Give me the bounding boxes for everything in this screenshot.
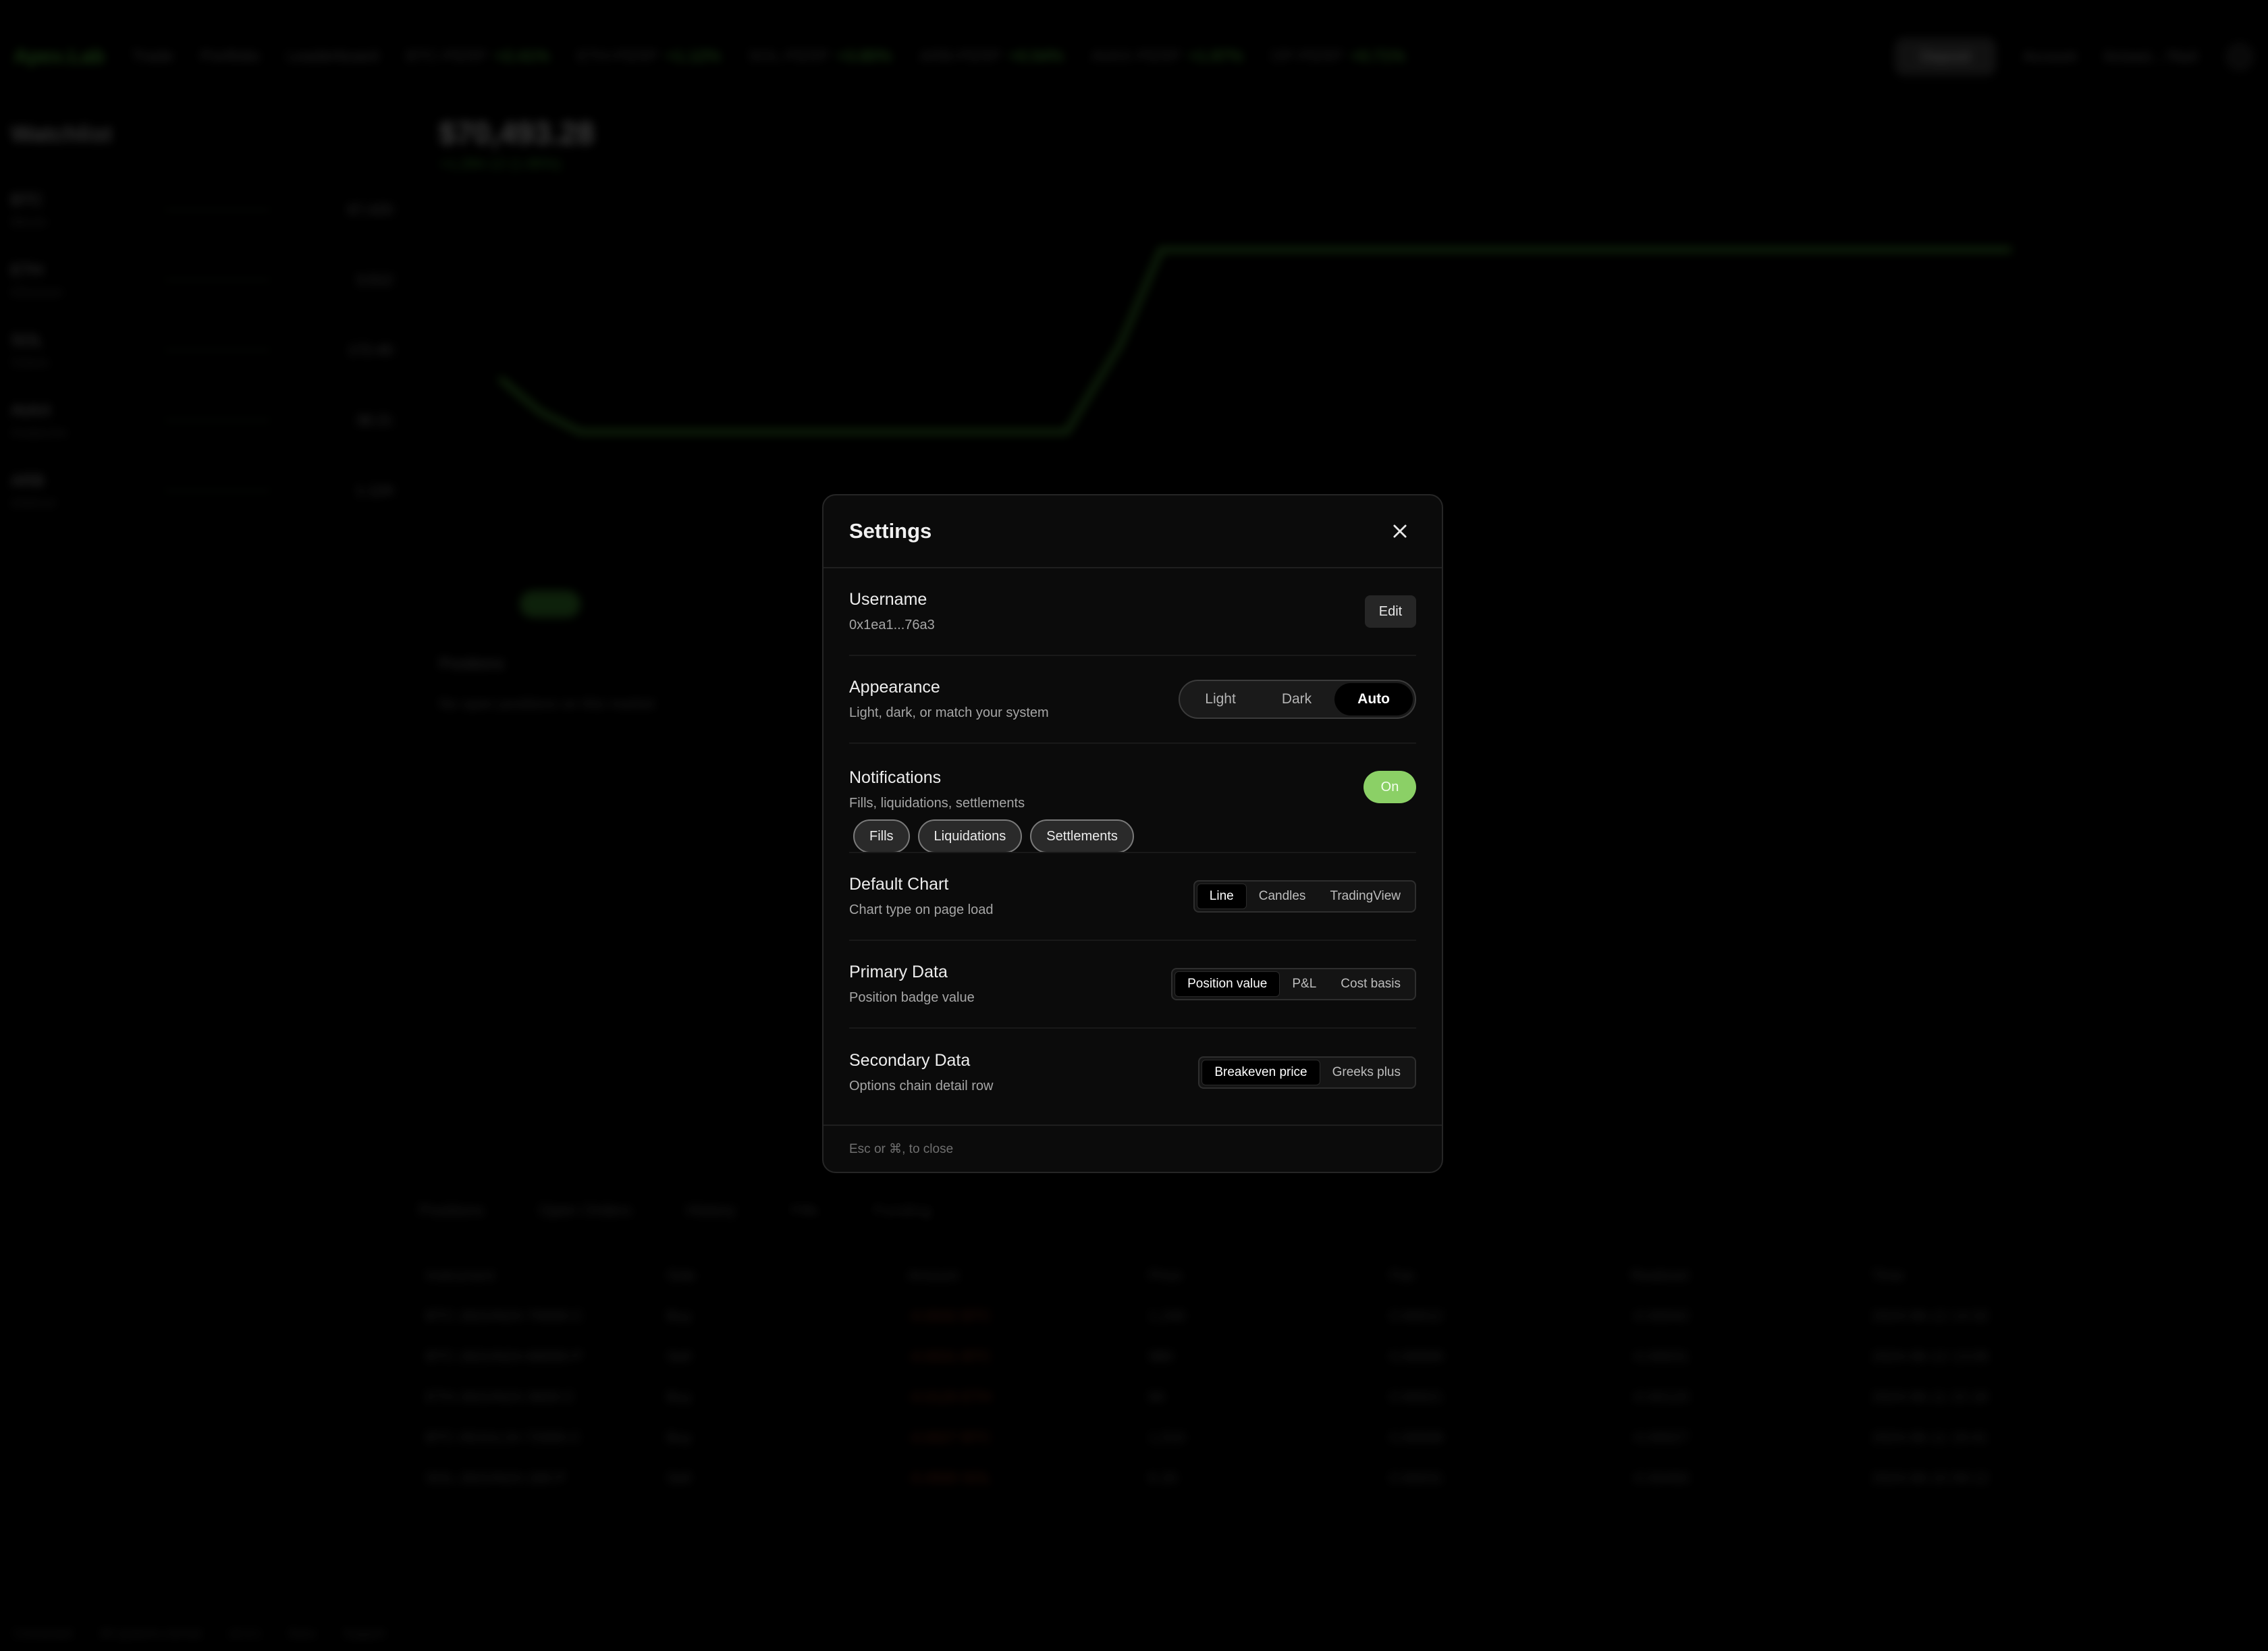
setting-label: Notifications xyxy=(849,768,942,787)
appearance-option-dark[interactable]: Dark xyxy=(1259,683,1334,715)
close-button[interactable] xyxy=(1384,515,1416,547)
appearance-option-light[interactable]: Light xyxy=(1182,683,1259,715)
chip-liquidations[interactable]: Liquidations xyxy=(917,819,1023,853)
setting-label: Default Chart xyxy=(849,875,949,894)
appearance-segmented-control: Light Dark Auto xyxy=(1179,680,1416,719)
settings-list: Username 0x1ea1...76a3 Edit Appearance L… xyxy=(824,568,1442,1116)
setting-notifications: Notifications Fills, liquidations, settl… xyxy=(849,744,1416,853)
primary-option-cost-basis[interactable]: Cost basis xyxy=(1328,971,1413,997)
setting-label: Primary Data xyxy=(849,963,948,981)
setting-description: Position badge value xyxy=(849,990,975,1005)
setting-label: Appearance xyxy=(849,678,940,697)
setting-primary-data: Primary Data Position badge value Positi… xyxy=(849,941,1416,1029)
appearance-option-auto[interactable]: Auto xyxy=(1334,683,1413,715)
setting-secondary-data: Secondary Data Options chain detail row … xyxy=(849,1029,1416,1116)
primary-option-position-value[interactable]: Position value xyxy=(1174,971,1280,997)
modal-header: Settings xyxy=(824,495,1442,568)
chart-option-tradingview[interactable]: TradingView xyxy=(1318,884,1413,909)
edit-username-button[interactable]: Edit xyxy=(1365,595,1416,628)
close-icon xyxy=(1393,524,1407,538)
setting-description: Options chain detail row xyxy=(849,1079,994,1093)
secondary-data-segmented-control: Breakeven price Greeks plus xyxy=(1198,1056,1416,1089)
setting-username: Username 0x1ea1...76a3 Edit xyxy=(849,568,1416,656)
setting-description: Light, dark, or match your system xyxy=(849,705,1049,720)
notifications-toggle[interactable]: On xyxy=(1364,771,1416,803)
secondary-option-breakeven-price[interactable]: Breakeven price xyxy=(1202,1060,1320,1085)
setting-description: Fills, liquidations, settlements xyxy=(849,796,1025,811)
chip-settlements[interactable]: Settlements xyxy=(1030,819,1134,853)
notification-chips: Fills Liquidations Settlements xyxy=(853,819,1134,853)
username-value: 0x1ea1...76a3 xyxy=(849,618,935,632)
keyboard-hint: Esc or ⌘, to close xyxy=(849,1141,954,1156)
setting-default-chart: Default Chart Chart type on page load Li… xyxy=(849,853,1416,941)
setting-description: Chart type on page load xyxy=(849,902,994,917)
chart-option-line[interactable]: Line xyxy=(1196,884,1247,909)
setting-label: Username xyxy=(849,590,927,609)
default-chart-segmented-control: Line Candles TradingView xyxy=(1193,880,1416,913)
settings-modal: Settings Username 0x1ea1...76a3 Edit App… xyxy=(822,494,1443,1173)
modal-footer: Esc or ⌘, to close xyxy=(824,1125,1442,1172)
setting-appearance: Appearance Light, dark, or match your sy… xyxy=(849,656,1416,744)
modal-title: Settings xyxy=(849,519,932,543)
divider xyxy=(849,852,1416,853)
chip-fills[interactable]: Fills xyxy=(853,819,910,853)
setting-label: Secondary Data xyxy=(849,1051,971,1070)
primary-data-segmented-control: Position value P&L Cost basis xyxy=(1171,968,1416,1000)
chart-option-candles[interactable]: Candles xyxy=(1247,884,1318,909)
primary-option-pnl[interactable]: P&L xyxy=(1280,971,1328,997)
secondary-option-greeks-plus[interactable]: Greeks plus xyxy=(1320,1060,1413,1085)
